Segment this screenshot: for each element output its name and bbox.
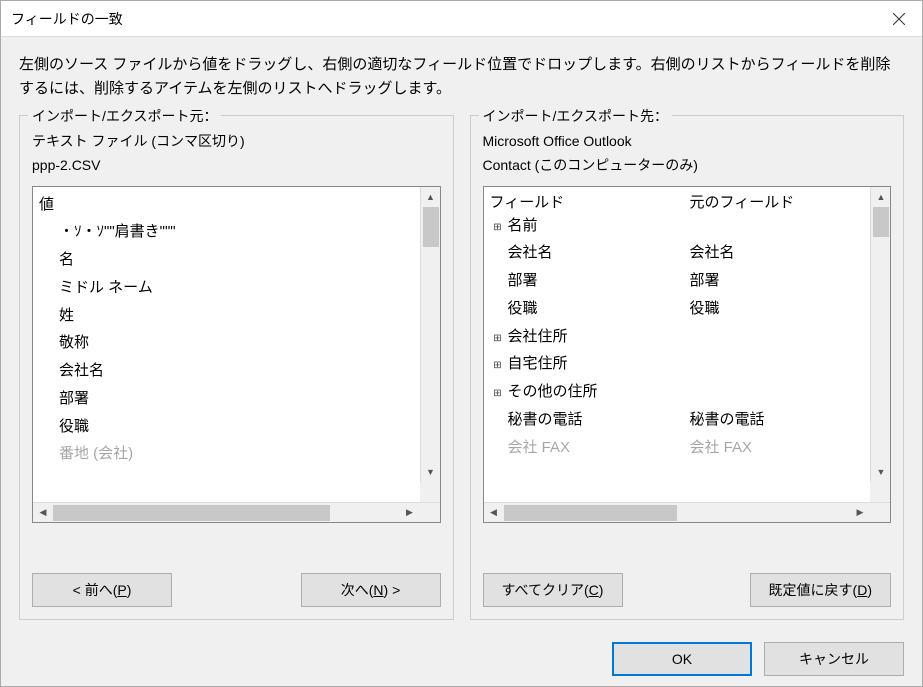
window-title: フィールドの一致 — [11, 9, 123, 29]
dialog-content: 左側のソース ファイルから値をドラッグし、右側の適切なフィールド位置でドロップし… — [1, 37, 922, 632]
next-button[interactable]: 次へ(N) > — [301, 573, 441, 607]
tree-row[interactable]: 会社 FAX 会社 FAX — [490, 434, 891, 462]
scroll-up-icon[interactable]: ▲ — [871, 187, 890, 207]
source-panel: インポート/エクスポート元： テキスト ファイル (コンマ区切り) ppp-2.… — [19, 115, 454, 620]
expand-icon[interactable]: ⊞ — [490, 357, 506, 376]
hscroll-thumb[interactable] — [53, 505, 330, 521]
hscroll-track[interactable] — [53, 503, 400, 523]
source-header: 値 — [39, 191, 440, 219]
dest-col-source: 元のフィールド — [690, 191, 891, 212]
source-subtext: テキスト ファイル (コンマ区切り) ppp-2.CSV — [32, 130, 441, 178]
dialog-window: フィールドの一致 左側のソース ファイルから値をドラッグし、右側の適切なフィール… — [0, 0, 923, 687]
tree-row[interactable]: 秘書の電話 秘書の電話 — [490, 406, 891, 434]
list-item[interactable]: 会社名 — [39, 357, 440, 385]
scroll-corner — [420, 482, 440, 502]
source-format: テキスト ファイル (コンマ区切り) — [32, 130, 441, 154]
instruction-text: 左側のソース ファイルから値をドラッグし、右側の適切なフィールド位置でドロップし… — [19, 53, 904, 101]
dest-list-content: ⊞名前 会社名 会社名 部署 部署 — [484, 212, 891, 466]
list-item[interactable]: 番地 (会社) — [39, 440, 440, 468]
hscroll-thumb[interactable] — [504, 505, 677, 521]
source-buttons: < 前へ(P) 次へ(N) > — [32, 573, 441, 607]
tree-row[interactable]: ⊞名前 — [490, 212, 891, 240]
source-hscrollbar[interactable]: ◀ ▶ — [33, 502, 440, 522]
tree-row[interactable]: ⊞自宅住所 — [490, 350, 891, 378]
source-filename: ppp-2.CSV — [32, 154, 441, 178]
close-button[interactable] — [876, 1, 922, 37]
source-panel-title: インポート/エクスポート元： — [28, 106, 221, 126]
list-item[interactable]: 役職 — [39, 413, 440, 441]
list-item[interactable]: ミドル ネーム — [39, 274, 440, 302]
scroll-down-icon[interactable]: ▼ — [871, 462, 890, 482]
dest-buttons: すべてクリア(C) 既定値に戻す(D) — [483, 573, 892, 607]
cancel-button[interactable]: キャンセル — [764, 642, 904, 676]
dest-panel: インポート/エクスポート先： Microsoft Office Outlook … — [470, 115, 905, 620]
dest-subtext: Microsoft Office Outlook Contact (このコンピュ… — [483, 130, 892, 178]
tree-row[interactable]: ⊞その他の住所 — [490, 378, 891, 406]
dest-vscrollbar[interactable]: ▲ ▼ — [870, 187, 890, 482]
expand-icon[interactable]: ⊞ — [490, 219, 506, 238]
scroll-right-icon[interactable]: ▶ — [850, 503, 870, 523]
hscroll-track[interactable] — [504, 503, 851, 523]
expand-icon[interactable]: ⊞ — [490, 385, 506, 404]
source-list-body: 値 ・ｿ・ｿ""肩書き""" 名 ミドル ネーム 姓 敬称 会社名 部署 役職 … — [33, 187, 440, 502]
list-item[interactable]: 名 — [39, 246, 440, 274]
source-vscrollbar[interactable]: ▲ ▼ — [420, 187, 440, 482]
tree-row[interactable]: ⊞会社住所 — [490, 323, 891, 351]
scroll-right-icon[interactable]: ▶ — [400, 503, 420, 523]
scroll-thumb[interactable] — [423, 207, 439, 247]
dialog-buttons: OK キャンセル — [1, 632, 922, 686]
scroll-up-icon[interactable]: ▲ — [421, 187, 440, 207]
scroll-corner — [870, 482, 890, 502]
dest-target: Contact (このコンピューターのみ) — [483, 154, 892, 178]
scroll-left-icon[interactable]: ◀ — [484, 503, 504, 523]
scroll-down-icon[interactable]: ▼ — [421, 462, 440, 482]
reset-default-button[interactable]: 既定値に戻す(D) — [750, 573, 891, 607]
list-item[interactable]: 姓 — [39, 302, 440, 330]
dest-columns: フィールド 元のフィールド — [484, 187, 891, 212]
tree-row[interactable]: 部署 部署 — [490, 267, 891, 295]
dest-col-field: フィールド — [490, 191, 690, 212]
ok-button[interactable]: OK — [612, 642, 752, 676]
panels-row: インポート/エクスポート元： テキスト ファイル (コンマ区切り) ppp-2.… — [19, 115, 904, 620]
dest-hscrollbar[interactable]: ◀ ▶ — [484, 502, 891, 522]
titlebar: フィールドの一致 — [1, 1, 922, 37]
tree-row[interactable]: 役職 役職 — [490, 295, 891, 323]
list-item[interactable]: 敬称 — [39, 329, 440, 357]
list-item[interactable]: ・ｿ・ｿ""肩書き""" — [39, 218, 440, 246]
expand-icon[interactable]: ⊞ — [490, 330, 506, 349]
clear-all-button[interactable]: すべてクリア(C) — [483, 573, 623, 607]
scroll-left-icon[interactable]: ◀ — [33, 503, 53, 523]
list-item[interactable]: 部署 — [39, 385, 440, 413]
prev-button[interactable]: < 前へ(P) — [32, 573, 172, 607]
source-listbox[interactable]: 値 ・ｿ・ｿ""肩書き""" 名 ミドル ネーム 姓 敬称 会社名 部署 役職 … — [32, 186, 441, 523]
dest-listbox[interactable]: フィールド 元のフィールド ⊞名前 会社名 会社名 — [483, 186, 892, 523]
dest-panel-title: インポート/エクスポート先： — [479, 106, 672, 126]
tree-row[interactable]: 会社名 会社名 — [490, 239, 891, 267]
close-icon — [893, 13, 905, 25]
dest-app: Microsoft Office Outlook — [483, 130, 892, 154]
scroll-thumb[interactable] — [873, 207, 889, 237]
source-list-content: 値 ・ｿ・ｿ""肩書き""" 名 ミドル ネーム 姓 敬称 会社名 部署 役職 … — [33, 187, 440, 473]
dest-list-body: フィールド 元のフィールド ⊞名前 会社名 会社名 — [484, 187, 891, 502]
